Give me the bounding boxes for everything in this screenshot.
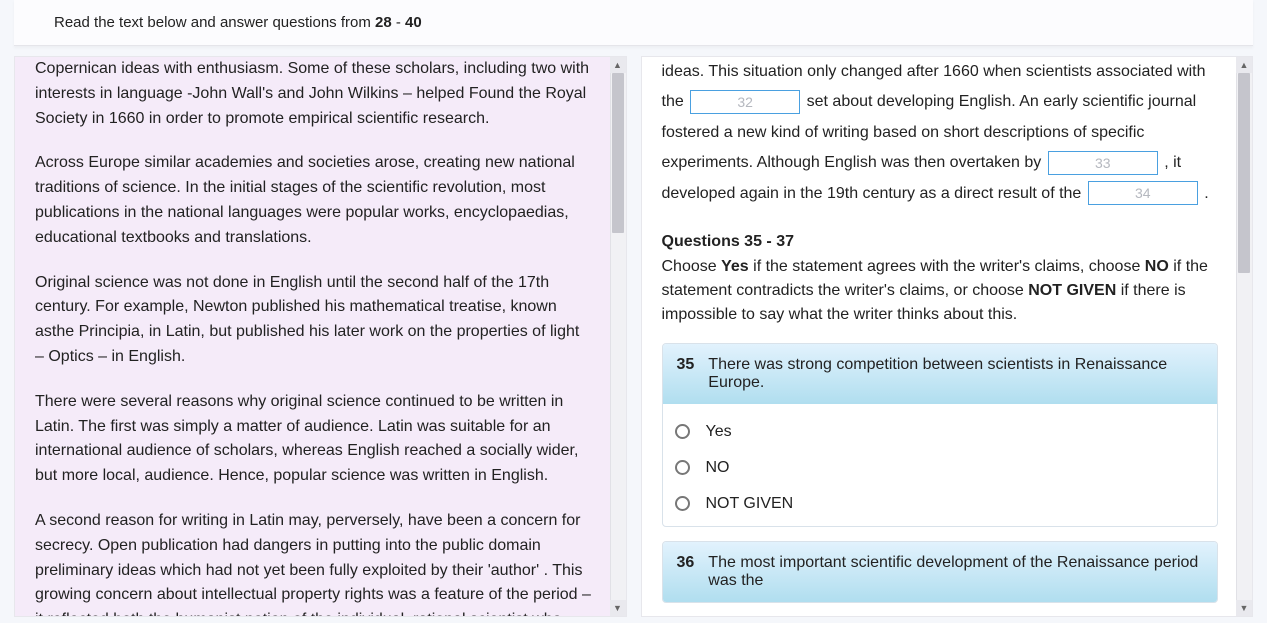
passage-paragraph: There were several reasons why original … bbox=[35, 390, 592, 489]
questions-pane: ideas. This situation only changed after… bbox=[641, 56, 1254, 617]
option-no[interactable]: NO bbox=[673, 450, 1212, 486]
question-number: 35 bbox=[677, 356, 695, 392]
blank-32-input[interactable]: 32 bbox=[690, 90, 800, 114]
scroll-up-icon[interactable]: ▲ bbox=[610, 57, 626, 73]
questions-35-37-instruction: Choose Yes if the statement agrees with … bbox=[662, 255, 1219, 327]
scroll-thumb[interactable] bbox=[612, 73, 624, 233]
header-dash: - bbox=[392, 14, 405, 31]
instr-yes: Yes bbox=[721, 258, 749, 275]
passage-pane: Copernican ideas with enthusiasm. Some o… bbox=[14, 56, 627, 617]
header-instruction: Read the text below and answer questions… bbox=[54, 14, 422, 31]
main-container: Copernican ideas with enthusiasm. Some o… bbox=[0, 46, 1267, 617]
instr-segment: if the statement agrees with the writer'… bbox=[749, 258, 1145, 275]
radio-icon bbox=[675, 424, 690, 439]
instr-not-given: NOT GIVEN bbox=[1028, 282, 1116, 299]
question-to: 40 bbox=[405, 14, 422, 31]
question-from: 28 bbox=[375, 14, 392, 31]
instr-segment: Choose bbox=[662, 258, 722, 275]
question-36-block: 36 The most important scientific develop… bbox=[662, 541, 1219, 603]
passage-scroll-area[interactable]: Copernican ideas with enthusiasm. Some o… bbox=[15, 57, 610, 616]
header-bar: Read the text below and answer questions… bbox=[14, 0, 1253, 46]
option-yes[interactable]: Yes bbox=[673, 414, 1212, 450]
question-text: The most important scientific developmen… bbox=[708, 554, 1203, 590]
gap-text-segment: . bbox=[1204, 185, 1208, 202]
instr-no: NO bbox=[1145, 258, 1169, 275]
questions-scroll-area[interactable]: ideas. This situation only changed after… bbox=[642, 57, 1237, 616]
radio-icon bbox=[675, 496, 690, 511]
question-35-block: 35 There was strong competition between … bbox=[662, 343, 1219, 527]
header-prefix: Read the text below and answer questions… bbox=[54, 14, 375, 31]
left-scrollbar[interactable]: ▲ ▼ bbox=[610, 57, 626, 616]
option-label: NO bbox=[706, 459, 730, 477]
question-35-header: 35 There was strong competition between … bbox=[663, 344, 1218, 404]
scroll-up-icon[interactable]: ▲ bbox=[1236, 57, 1252, 73]
radio-icon bbox=[675, 460, 690, 475]
passage-paragraph: A second reason for writing in Latin may… bbox=[35, 509, 592, 616]
passage-paragraph: Copernican ideas with enthusiasm. Some o… bbox=[35, 57, 592, 131]
questions-35-37-heading: Questions 35 - 37 bbox=[662, 233, 1219, 251]
option-label: Yes bbox=[706, 423, 732, 441]
blank-33-input[interactable]: 33 bbox=[1048, 151, 1158, 175]
scroll-thumb[interactable] bbox=[1238, 73, 1250, 273]
question-36-header: 36 The most important scientific develop… bbox=[663, 542, 1218, 602]
question-text: There was strong competition between sci… bbox=[708, 356, 1203, 392]
passage-paragraph: Across Europe similar academies and soci… bbox=[35, 151, 592, 250]
gap-fill-paragraph: ideas. This situation only changed after… bbox=[662, 57, 1219, 209]
right-scrollbar[interactable]: ▲ ▼ bbox=[1236, 57, 1252, 616]
blank-34-input[interactable]: 34 bbox=[1088, 181, 1198, 205]
question-35-options: Yes NO NOT GIVEN bbox=[663, 404, 1218, 526]
question-number: 36 bbox=[677, 554, 695, 590]
option-label: NOT GIVEN bbox=[706, 495, 794, 513]
option-not-given[interactable]: NOT GIVEN bbox=[673, 486, 1212, 522]
scroll-down-icon[interactable]: ▼ bbox=[1236, 600, 1252, 616]
scroll-down-icon[interactable]: ▼ bbox=[610, 600, 626, 616]
passage-paragraph: Original science was not done in English… bbox=[35, 271, 592, 370]
passage-text: Copernican ideas with enthusiasm. Some o… bbox=[35, 57, 592, 616]
